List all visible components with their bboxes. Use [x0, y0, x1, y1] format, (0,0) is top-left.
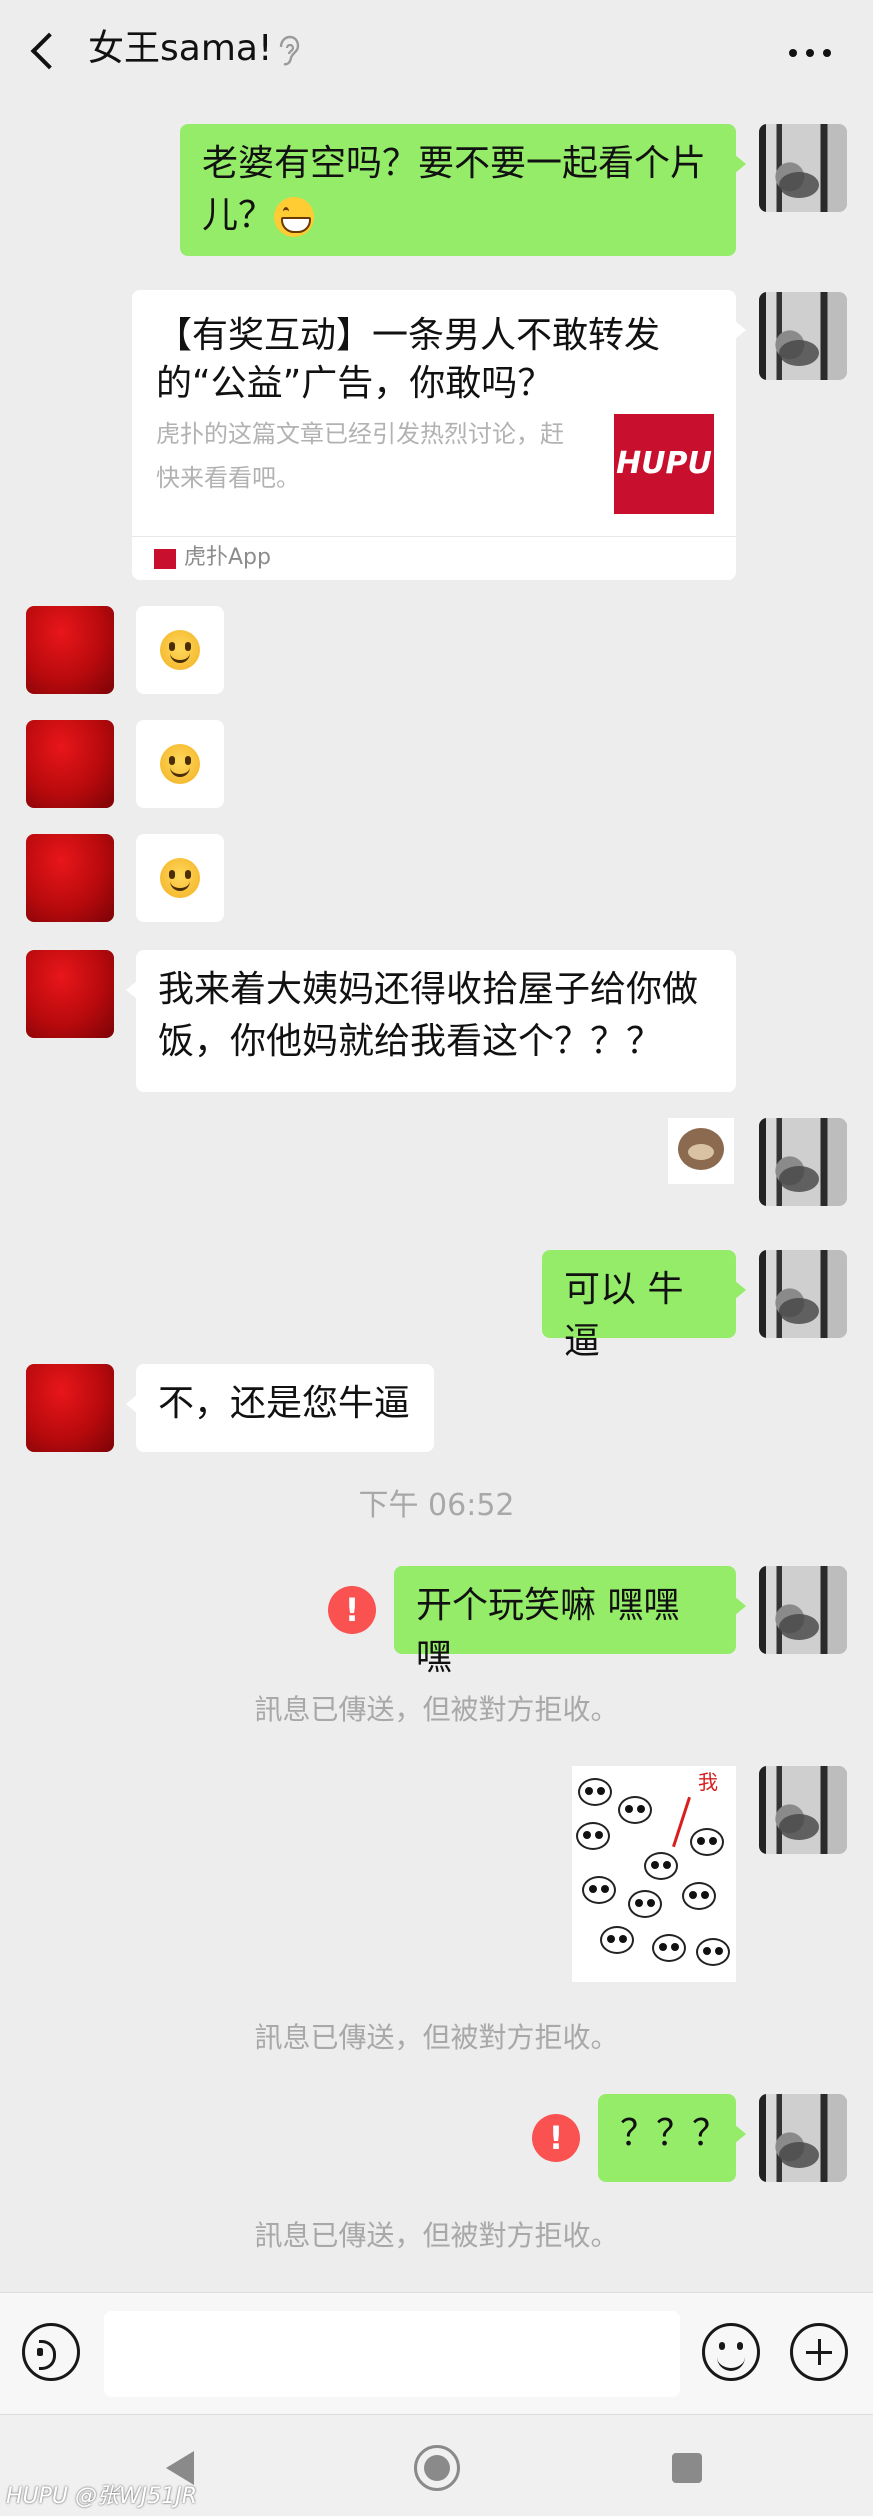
my-avatar[interactable] [759, 124, 847, 212]
panda-meme-image[interactable]: 我 [572, 1766, 736, 1982]
chat-header: 女王sama! [0, 0, 873, 100]
emoji-icon[interactable] [702, 2323, 760, 2381]
nav-back-icon[interactable] [166, 2451, 194, 2485]
contact-avatar[interactable] [26, 950, 114, 1038]
card-description: 虎扑的这篇文章已经引发热烈讨论，赶快来看看吧。 [156, 420, 564, 492]
my-avatar[interactable] [759, 1250, 847, 1338]
shared-article-card[interactable]: 【有奖互动】一条男人不敢转发的“公益”广告，你敢吗？ 虎扑的这篇文章已经引发热烈… [132, 290, 746, 580]
nav-recent-icon[interactable] [672, 2453, 702, 2483]
received-message[interactable]: 我来着大姨妈还得收拾屋子给你做饭，你他妈就给我看这个？？？ [126, 950, 736, 1092]
message-input[interactable] [104, 2311, 680, 2397]
sent-message[interactable]: 可以 牛逼 [542, 1250, 746, 1362]
card-source-label: 虎扑App [184, 545, 271, 570]
bear-sticker-icon [678, 1128, 724, 1170]
send-failed-icon[interactable]: ! [532, 2114, 580, 2162]
red-arrow-icon [672, 1796, 691, 1848]
watermark: HUPU @张WJ51JR [6, 2484, 198, 2509]
smile-emoji-icon [160, 744, 200, 784]
received-emoji-message[interactable] [136, 834, 224, 922]
my-avatar[interactable] [759, 1118, 847, 1206]
smile-emoji-icon [160, 630, 200, 670]
grin-emoji-icon [274, 197, 315, 237]
more-dots-icon [789, 49, 797, 57]
card-source: 虎扑App [132, 536, 736, 580]
smile-emoji-icon [160, 858, 200, 898]
my-avatar[interactable] [759, 2094, 847, 2182]
bear-sticker[interactable] [668, 1118, 734, 1184]
back-button[interactable] [26, 32, 60, 72]
received-emoji-message[interactable] [136, 720, 224, 808]
rejected-notice: 訊息已傳送，但被對方拒收。 [254, 2219, 619, 2252]
more-button[interactable] [785, 36, 835, 66]
message-text: ？？？ [620, 2113, 729, 2154]
ear-icon [279, 35, 300, 66]
my-avatar[interactable] [759, 1766, 847, 1854]
contact-avatar[interactable] [26, 606, 114, 694]
contact-avatar[interactable] [26, 1364, 114, 1452]
message-text: 开个玩笑嘛 嘿嘿嘿 [416, 1585, 680, 1678]
message-text: 可以 牛逼 [564, 1269, 684, 1362]
nav-home-icon[interactable] [414, 2445, 460, 2491]
voice-icon[interactable] [22, 2323, 80, 2381]
panda-image-label: 我 [698, 1770, 718, 1794]
sent-message[interactable]: 开个玩笑嘛 嘿嘿嘿 [394, 1566, 746, 1678]
chat-title: 女王sama! [88, 28, 273, 69]
plus-icon[interactable] [790, 2323, 848, 2381]
card-title: 【有奖互动】一条男人不敢转发的“公益”广告，你敢吗？ [156, 315, 661, 404]
received-emoji-message[interactable] [136, 606, 224, 694]
timestamp: 下午 06:52 [358, 1488, 515, 1523]
hupu-logo: HUPU [614, 414, 714, 514]
rejected-notice: 訊息已傳送，但被對方拒收。 [254, 1693, 619, 1726]
send-failed-icon[interactable]: ! [328, 1586, 376, 1634]
my-avatar[interactable] [759, 1566, 847, 1654]
contact-avatar[interactable] [26, 720, 114, 808]
received-message[interactable]: 不，还是您牛逼 [126, 1364, 434, 1452]
hupu-app-icon [154, 549, 176, 569]
input-bar [0, 2292, 873, 2414]
rejected-notice: 訊息已傳送，但被對方拒收。 [254, 2021, 619, 2054]
message-text: 我来着大姨妈还得收拾屋子给你做饭，你他妈就给我看这个？？？ [158, 969, 699, 1062]
contact-avatar[interactable] [26, 834, 114, 922]
sent-message[interactable]: 老婆有空吗？要不要一起看个片儿？ [180, 124, 746, 256]
sent-message[interactable]: ？？？ [598, 2094, 746, 2182]
message-text: 不，还是您牛逼 [158, 1383, 411, 1424]
my-avatar[interactable] [759, 292, 847, 380]
